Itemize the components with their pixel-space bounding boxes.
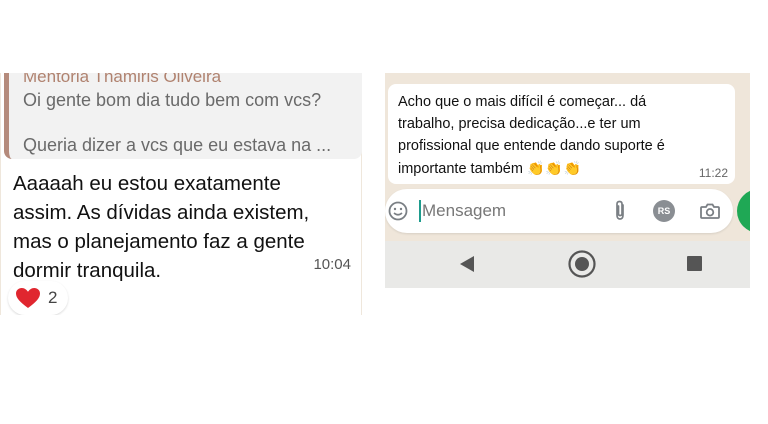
reaction-badge[interactable]: 2 bbox=[8, 281, 68, 315]
back-icon[interactable] bbox=[458, 254, 476, 274]
heart-icon bbox=[16, 288, 40, 308]
right-chat-panel: Acho que o mais difícil é começar... dá … bbox=[385, 73, 750, 288]
message-bubble[interactable]: Mentoria Thamiris Oliveira Oi gente bom … bbox=[1, 73, 362, 315]
quote-author: Mentoria Thamiris Oliveira bbox=[23, 73, 222, 86]
message-bubble[interactable]: Acho que o mais difícil é começar... dá … bbox=[388, 84, 735, 184]
recent-apps-icon[interactable] bbox=[687, 256, 702, 271]
reaction-count: 2 bbox=[48, 288, 58, 307]
camera-icon[interactable] bbox=[699, 200, 721, 222]
paperclip-icon[interactable] bbox=[610, 200, 630, 222]
message-text: Acho que o mais difícil é começar... dá … bbox=[398, 91, 688, 180]
home-icon[interactable] bbox=[567, 249, 597, 279]
quote-text-line1: Oi gente bom dia tudo bem com vcs? bbox=[23, 90, 322, 110]
message-time: 10:04 bbox=[313, 256, 351, 273]
quoted-message[interactable]: Mentoria Thamiris Oliveira Oi gente bom … bbox=[4, 73, 362, 159]
left-chat-panel: Mentoria Thamiris Oliveira Oi gente bom … bbox=[0, 73, 362, 315]
emoji-icon[interactable] bbox=[388, 201, 408, 221]
clapping-hands-emoji: 👏👏👏 bbox=[526, 160, 583, 176]
message-input[interactable]: Mensagem bbox=[422, 201, 506, 221]
quote-text-line2: Queria dizer a vcs que eu estava na ... bbox=[23, 135, 332, 155]
text-cursor bbox=[419, 200, 421, 222]
avatar[interactable]: RS bbox=[653, 200, 675, 222]
message-time: 11:22 bbox=[698, 166, 728, 180]
message-input-bar: Mensagem RS bbox=[385, 189, 733, 233]
message-text: Aaaaah eu estou exatamente assim. As dív… bbox=[13, 172, 310, 282]
